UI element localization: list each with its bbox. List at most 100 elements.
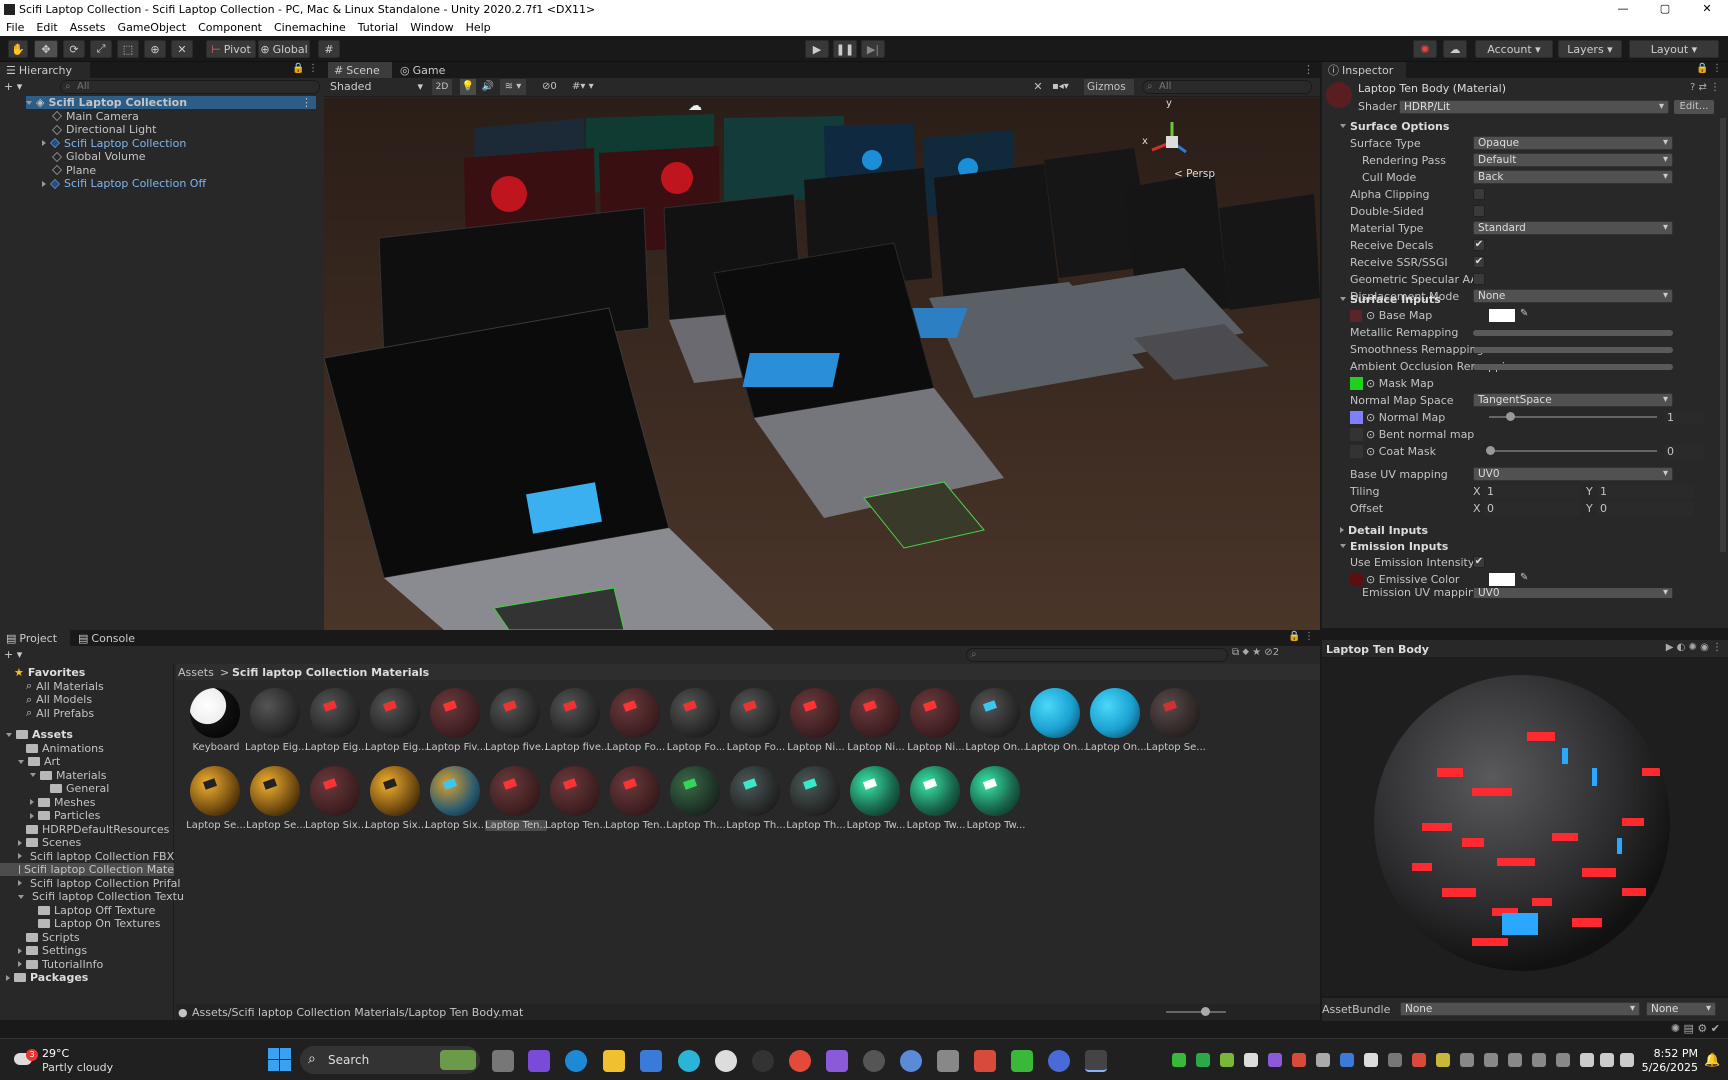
hierarchy-search-input[interactable]: ⌕ All <box>60 80 320 94</box>
tab-project[interactable]: ▤ Project <box>0 630 70 646</box>
asset-label[interactable]: Laptop Se... <box>245 820 307 831</box>
tab-hierarchy[interactable]: ☰ Hierarchy <box>0 62 90 78</box>
alien-icon[interactable] <box>715 1050 737 1072</box>
clock-date[interactable]: 5/26/2025 <box>1636 1061 1698 1074</box>
asset-thumbnail[interactable] <box>310 766 360 816</box>
scene-viewport[interactable]: y x < Persp ☁ <box>324 98 1320 630</box>
metallic-slider[interactable] <box>1473 330 1673 336</box>
coat-mask-slot[interactable] <box>1350 445 1363 458</box>
asset-label[interactable]: Laptop Tw... <box>845 820 907 831</box>
hierarchy-item[interactable]: Plane <box>52 164 96 177</box>
project-tree-item[interactable]: Animations <box>0 742 174 755</box>
inspector-checkbox[interactable] <box>1473 205 1485 217</box>
audio-icon[interactable]: 🔊 <box>480 79 496 95</box>
eyedropper-icon[interactable]: ✎ <box>1520 308 1528 319</box>
project-tree-item[interactable]: TutorialInfo <box>0 958 174 971</box>
transform-tool-icon[interactable]: ⊕ <box>144 40 166 58</box>
unity-taskbar-icon[interactable] <box>1085 1050 1107 1072</box>
scale-tool-icon[interactable]: ⤢ <box>90 40 112 58</box>
asset-thumbnail[interactable] <box>490 766 540 816</box>
asset-label[interactable]: Laptop Ten... <box>605 820 667 831</box>
taskbar-search[interactable]: ⌕ Search <box>300 1046 480 1074</box>
volume-icon[interactable] <box>1600 1053 1614 1067</box>
asset-label[interactable]: Keyboard <box>185 742 247 753</box>
hand-tool-icon[interactable]: ✋ <box>8 40 28 58</box>
edge-icon[interactable] <box>565 1050 587 1072</box>
edit-shader-button[interactable]: Edit... <box>1674 100 1714 114</box>
shading-mode-dropdown[interactable]: Shaded ▾ <box>327 80 427 94</box>
asset-label[interactable]: Laptop Six... <box>305 820 367 831</box>
project-tree-item[interactable]: HDRPDefaultResources <box>0 823 174 836</box>
offset-x-field[interactable]: 0 <box>1484 501 1580 516</box>
play-button[interactable]: ▶ <box>805 40 829 58</box>
asset-thumbnail[interactable] <box>910 766 960 816</box>
asset-label[interactable]: Laptop Fiv... <box>425 742 487 753</box>
camera-settings-icon[interactable]: ▪◂▾ <box>1052 79 1080 95</box>
assetbundle-variant-dropdown[interactable]: None <box>1646 1002 1716 1016</box>
tray-monitor-icon[interactable] <box>1484 1053 1498 1067</box>
task-view-icon[interactable] <box>492 1050 514 1072</box>
nvidia-icon[interactable] <box>1011 1050 1033 1072</box>
asset-thumbnail[interactable] <box>490 688 540 738</box>
chrome-icon[interactable] <box>789 1050 811 1072</box>
start-button[interactable] <box>268 1048 292 1072</box>
account-dropdown[interactable]: Account ▾ <box>1475 40 1553 58</box>
coat-value-field[interactable]: 0 <box>1664 444 1704 459</box>
asset-thumbnail[interactable] <box>970 688 1020 738</box>
menu-file[interactable]: File <box>0 21 30 34</box>
asset-thumbnail[interactable] <box>1030 688 1080 738</box>
menu-assets[interactable]: Assets <box>64 21 112 34</box>
hierarchy-scene-root[interactable]: ◈ Scifi Laptop Collection ⋮ <box>26 96 316 109</box>
tab-game[interactable]: ◎ Game <box>394 62 450 78</box>
project-filter-icons[interactable]: ⧉ ⬥ ★ ⊘2 <box>1232 647 1279 658</box>
asset-thumbnail[interactable] <box>850 766 900 816</box>
project-tree-item[interactable]: Scifi laptop Collection Textu <box>0 890 184 903</box>
normal-map-slot[interactable] <box>1350 411 1363 424</box>
menu-edit[interactable]: Edit <box>30 21 63 34</box>
hierarchy-item[interactable]: Main Camera <box>52 110 139 123</box>
tray-plug-icon[interactable] <box>1316 1053 1330 1067</box>
tray-yellow-icon[interactable] <box>1436 1053 1450 1067</box>
inspector-checkbox[interactable]: ✔ <box>1473 239 1485 251</box>
asset-label[interactable]: Laptop five... <box>485 742 547 753</box>
tools-icon[interactable]: ✕ <box>1030 79 1046 95</box>
eyedropper-icon[interactable]: ✎ <box>1520 572 1528 583</box>
lighting-icon[interactable]: 💡 <box>460 79 476 95</box>
tray-red-icon[interactable] <box>1412 1053 1426 1067</box>
asset-label[interactable]: Laptop On... <box>1085 742 1147 753</box>
emissive-color-swatch[interactable] <box>1489 573 1515 586</box>
panel-menu-icon[interactable]: 🔒 ⋮ <box>292 63 318 74</box>
inspector-dropdown[interactable]: Default <box>1473 153 1673 167</box>
project-search-input[interactable]: ⌕ <box>966 648 1228 662</box>
minimize-button[interactable]: — <box>1602 0 1644 18</box>
project-tree-item[interactable]: General <box>0 782 174 795</box>
notification-bell-icon[interactable]: 🔔 <box>1704 1053 1720 1068</box>
effects-icon[interactable]: ≋ ▾ <box>500 79 526 95</box>
inspector-dropdown[interactable]: Opaque <box>1473 136 1673 150</box>
base-uv-dropdown[interactable]: UV0 <box>1473 467 1673 481</box>
project-tree-item[interactable]: Laptop On Textures <box>0 917 174 930</box>
rotate-tool-icon[interactable]: ⟳ <box>63 40 85 58</box>
project-create-button[interactable]: + ▾ <box>4 648 22 661</box>
step-button[interactable]: ▶| <box>861 40 885 58</box>
asset-thumbnail[interactable] <box>790 766 840 816</box>
emissive-slot[interactable] <box>1350 573 1363 586</box>
asset-label[interactable]: Laptop Six... <box>425 820 487 831</box>
tray-keyboard-icon[interactable] <box>1460 1053 1474 1067</box>
vpn-icon[interactable] <box>1048 1050 1070 1072</box>
asset-label[interactable]: Laptop Eig... <box>365 742 427 753</box>
breadcrumb-assets[interactable]: Assets <box>178 666 214 679</box>
asset-thumbnail[interactable] <box>730 766 780 816</box>
tray-usb-icon[interactable] <box>1532 1053 1546 1067</box>
hierarchy-item[interactable]: Directional Light <box>52 123 156 136</box>
inspector-dropdown[interactable]: Back <box>1473 170 1673 184</box>
move-tool-icon[interactable]: ✥ <box>34 40 58 58</box>
tray-slack-icon[interactable] <box>1268 1053 1282 1067</box>
base-color-swatch[interactable] <box>1489 309 1515 322</box>
create-button[interactable]: + ▾ <box>4 80 22 93</box>
bent-normal-slot[interactable] <box>1350 428 1363 441</box>
ao-slider[interactable] <box>1473 364 1673 370</box>
asset-label[interactable]: Laptop Fo... <box>605 742 667 753</box>
project-tree-item[interactable]: Packages <box>0 971 174 984</box>
global-toggle[interactable]: ⊕ Global <box>258 40 310 58</box>
